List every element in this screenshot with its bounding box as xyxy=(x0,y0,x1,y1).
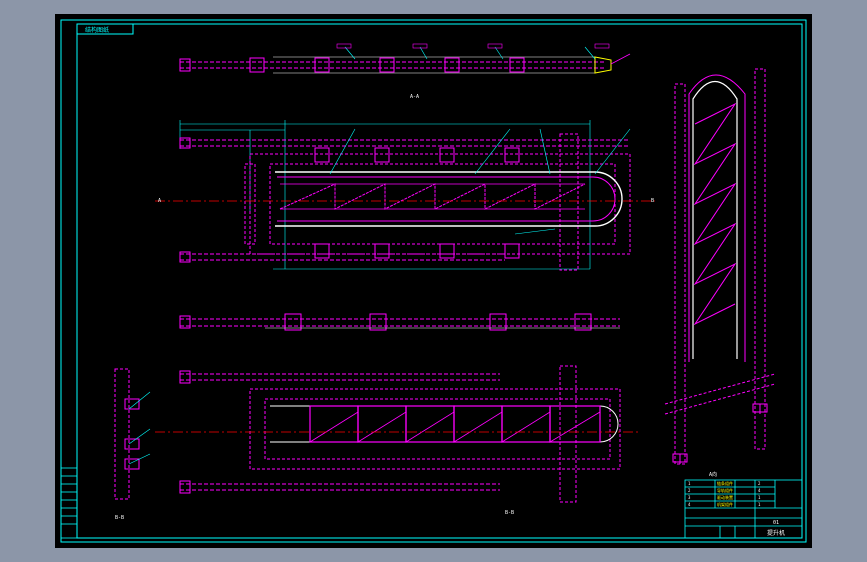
left-revision-strip xyxy=(60,467,78,539)
bottom-left-label: B-B xyxy=(115,515,124,521)
part-qty: 1 xyxy=(758,502,761,507)
drawing-number: 01 xyxy=(773,520,779,526)
section-label-bottom: B-B xyxy=(505,510,514,516)
view-label-side: A向 xyxy=(709,471,717,478)
middle-rail-view xyxy=(179,313,620,331)
bottom-section-view: B-B xyxy=(155,365,640,516)
drawing-title: 提升机 xyxy=(767,529,785,537)
part-no: 2 xyxy=(688,488,691,493)
part-no: 1 xyxy=(688,481,691,486)
cad-drawing: 结构图纸 A-A A B B-B B-B A向 1 链条组件 22 导轨组件 4… xyxy=(60,19,807,543)
left-detail-view: B-B xyxy=(114,368,151,521)
left-marker: A xyxy=(158,198,161,204)
part-no: 3 xyxy=(688,495,691,500)
part-no: 4 xyxy=(688,502,691,507)
part-qty: 1 xyxy=(758,495,761,500)
isometric-view: A向 xyxy=(664,68,776,478)
part-qty: 2 xyxy=(758,481,761,486)
part-name: 导轨组件 xyxy=(717,487,733,493)
part-name: 机架组件 xyxy=(717,501,733,507)
corner-label: 结构图纸 xyxy=(85,26,109,34)
top-rail-view: A-A xyxy=(179,43,631,100)
outer-frame xyxy=(60,19,807,543)
part-name: 链条组件 xyxy=(717,480,733,486)
part-name: 驱动装置 xyxy=(717,494,733,500)
part-qty: 4 xyxy=(758,488,761,493)
section-label-top: A-A xyxy=(410,94,419,100)
title-block-rows: 1 链条组件 2 2 导轨组件 4 3 驱动装置 1 4 机架组件 1 xyxy=(688,480,761,507)
drawing-viewport[interactable]: 结构图纸 A-A A B B-B B-B A向 1 链条组件 2 2 导轨组件 … xyxy=(55,14,812,548)
main-plan-view: A B xyxy=(155,120,655,271)
right-marker: B xyxy=(651,198,654,204)
